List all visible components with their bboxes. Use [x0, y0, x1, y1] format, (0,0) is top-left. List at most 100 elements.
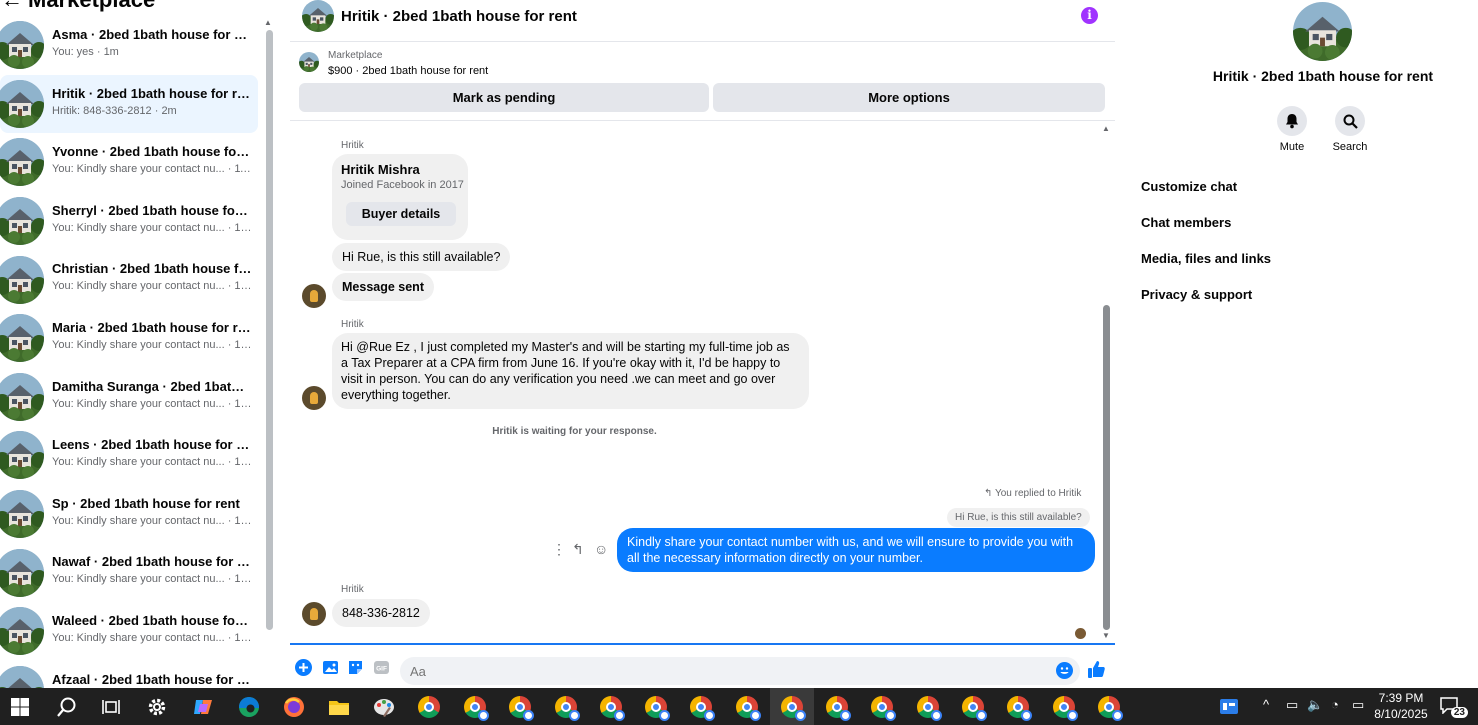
message-bubble[interactable]: Hi @Rue Ez , I just completed my Master'… [332, 333, 809, 409]
reply-arrow-icon: ↰ [984, 488, 995, 499]
chat-members-item[interactable]: Chat members [1141, 215, 1231, 230]
chrome-profile-icon[interactable] [736, 696, 761, 721]
chrome-profile-icon[interactable] [645, 696, 670, 721]
meet-now-icon[interactable]: ▭ [1286, 697, 1298, 713]
notification-center-icon[interactable]: 23 [1440, 696, 1468, 718]
conversation-item[interactable]: Christian · 2bed 1bath house for ... You:… [0, 250, 258, 309]
conversation-item[interactable]: Sherryl · 2bed 1bath house for r... You: … [0, 192, 258, 251]
chrome-profile-icon[interactable] [871, 696, 896, 721]
mute-button[interactable]: Mute [1262, 106, 1322, 153]
conversation-item[interactable]: Nawaf · 2bed 1bath house for rent You: Ki… [0, 543, 258, 602]
conversation-item[interactable]: Sp · 2bed 1bath house for rent You: Kindl… [0, 485, 258, 544]
conversation-item[interactable]: Maria · 2bed 1bath house for rent You: Ki… [0, 309, 258, 368]
conversation-item[interactable]: Damitha Suranga · 2bed 1bath h... You: Ki… [0, 368, 258, 427]
conversation-name: Waleed · 2bed 1bath house for r... [52, 612, 252, 628]
chrome-profile-icon[interactable] [826, 696, 851, 721]
message-bubble[interactable]: 848-336-2812 [332, 599, 430, 627]
more-actions-icon[interactable]: ⋮ [552, 541, 566, 558]
show-hidden-icons-chevron-icon[interactable]: ^ [1263, 697, 1269, 712]
sender-avatar[interactable] [302, 602, 326, 626]
listing-avatar [0, 548, 44, 597]
chat-scroll-up-icon[interactable]: ▲ [1102, 124, 1110, 133]
search-button[interactable]: Search [1320, 106, 1380, 153]
message-bubble[interactable]: Message sent [332, 273, 434, 301]
conversation-item[interactable]: Afzaal · 2bed 1bath house for rent [0, 661, 258, 688]
marketplace-label: Marketplace [328, 50, 383, 61]
react-emoji-icon[interactable]: ☺ [594, 541, 608, 557]
emoji-icon[interactable] [1056, 662, 1073, 679]
gif-icon[interactable]: GIF [373, 659, 390, 676]
listing-avatar-large[interactable] [1293, 2, 1352, 61]
quoted-message[interactable]: Hi Rue, is this still available? [947, 508, 1090, 527]
customize-chat-item[interactable]: Customize chat [1141, 179, 1237, 194]
info-icon[interactable]: i [1081, 7, 1098, 24]
message-bubble[interactable]: Hi Rue, is this still available? [332, 243, 511, 271]
bell-icon[interactable] [1277, 106, 1307, 136]
scroll-up-arrow-icon[interactable]: ▲ [264, 18, 272, 27]
conversation-name: Damitha Suranga · 2bed 1bath h... [52, 378, 252, 394]
chrome-profile-icon[interactable] [962, 696, 987, 721]
chrome-profile-icon[interactable] [781, 696, 806, 721]
file-explorer-icon[interactable] [328, 696, 350, 718]
sender-name: Hritik [341, 584, 364, 595]
system-clock[interactable]: 7:39 PM 8/10/2025 [1372, 690, 1430, 722]
chrome-profile-icon[interactable] [555, 696, 580, 721]
chrome-profile-icon[interactable] [600, 696, 625, 721]
chat-title[interactable]: Hritik · 2bed 1bath house for rent [341, 8, 577, 25]
sticker-icon[interactable] [347, 659, 364, 676]
privacy-support-item[interactable]: Privacy & support [1141, 287, 1252, 302]
taskbar-search-icon[interactable] [56, 696, 78, 718]
chrome-profile-icon[interactable] [1098, 696, 1123, 721]
chrome-profile-icon[interactable] [690, 696, 715, 721]
profile-badge-icon [569, 710, 580, 721]
chrome-profile-icon[interactable] [1007, 696, 1032, 721]
add-plus-icon[interactable] [295, 659, 312, 676]
paint-icon[interactable] [373, 696, 395, 718]
windows-start-icon[interactable] [11, 698, 29, 716]
reply-icon[interactable]: ↰ [572, 541, 584, 558]
chrome-profile-icon[interactable] [1053, 696, 1078, 721]
svg-text:GIF: GIF [376, 666, 387, 673]
firefox-icon[interactable] [283, 696, 305, 718]
copilot-icon[interactable] [192, 696, 214, 718]
mute-label: Mute [1279, 141, 1305, 153]
media-files-links-item[interactable]: Media, files and links [1141, 251, 1271, 266]
edge-browser-icon[interactable] [238, 696, 260, 718]
search-icon[interactable] [1335, 106, 1365, 136]
more-options-button[interactable]: More options [713, 83, 1105, 112]
wifi-icon[interactable]: ◔ [1331, 697, 1339, 712]
conversation-item[interactable]: Yvonne · 2bed 1bath house for r... You: K… [0, 133, 258, 192]
like-thumb-icon[interactable] [1087, 660, 1105, 678]
chat-scroll-down-icon[interactable]: ▼ [1102, 631, 1110, 640]
sender-avatar[interactable] [302, 284, 326, 308]
chrome-profile-icon[interactable] [464, 696, 489, 721]
photo-icon[interactable] [322, 659, 339, 676]
message-input[interactable] [400, 657, 1080, 685]
mark-as-pending-button[interactable]: Mark as pending [299, 83, 709, 112]
battery-icon[interactable]: ▭ [1352, 697, 1364, 713]
conversation-preview: You: Kindly share your contact nu... · 1… [52, 280, 252, 293]
volume-icon[interactable]: 🔈 [1307, 697, 1323, 713]
chrome-icon[interactable] [418, 696, 440, 718]
sender-avatar[interactable] [302, 386, 326, 410]
listing-price-title[interactable]: $900 · 2bed 1bath house for rent [328, 65, 488, 77]
conversation-item[interactable]: Asma · 2bed 1bath house for rent You: yes… [0, 16, 258, 75]
conversation-item[interactable]: Hritik · 2bed 1bath house for rent Hritik… [0, 74, 258, 134]
back-arrow-icon[interactable]: ← [0, 0, 24, 13]
my-message-bubble[interactable]: Kindly share your contact number with us… [617, 528, 1095, 572]
conversation-preview: You: Kindly share your contact nu... · 1… [52, 338, 252, 351]
task-view-icon[interactable] [100, 696, 122, 718]
chat-scrollbar[interactable] [1103, 305, 1110, 630]
chrome-profile-icon[interactable] [509, 696, 534, 721]
info-panel-title: Hritik · 2bed 1bath house for rent [1212, 68, 1434, 84]
widgets-icon[interactable] [1219, 697, 1239, 717]
settings-gear-icon[interactable] [146, 696, 168, 718]
chrome-profile-icon[interactable] [917, 696, 942, 721]
conversation-item[interactable]: Waleed · 2bed 1bath house for r... You: K… [0, 602, 258, 661]
buyer-details-button[interactable]: Buyer details [346, 202, 456, 226]
conversation-preview: You: Kindly share your contact nu... · 1… [52, 514, 252, 527]
profile-badge-icon [523, 710, 534, 721]
listing-thumbnail[interactable] [299, 52, 319, 72]
chat-avatar[interactable] [302, 0, 334, 32]
sidebar-scrollbar[interactable] [266, 30, 273, 630]
